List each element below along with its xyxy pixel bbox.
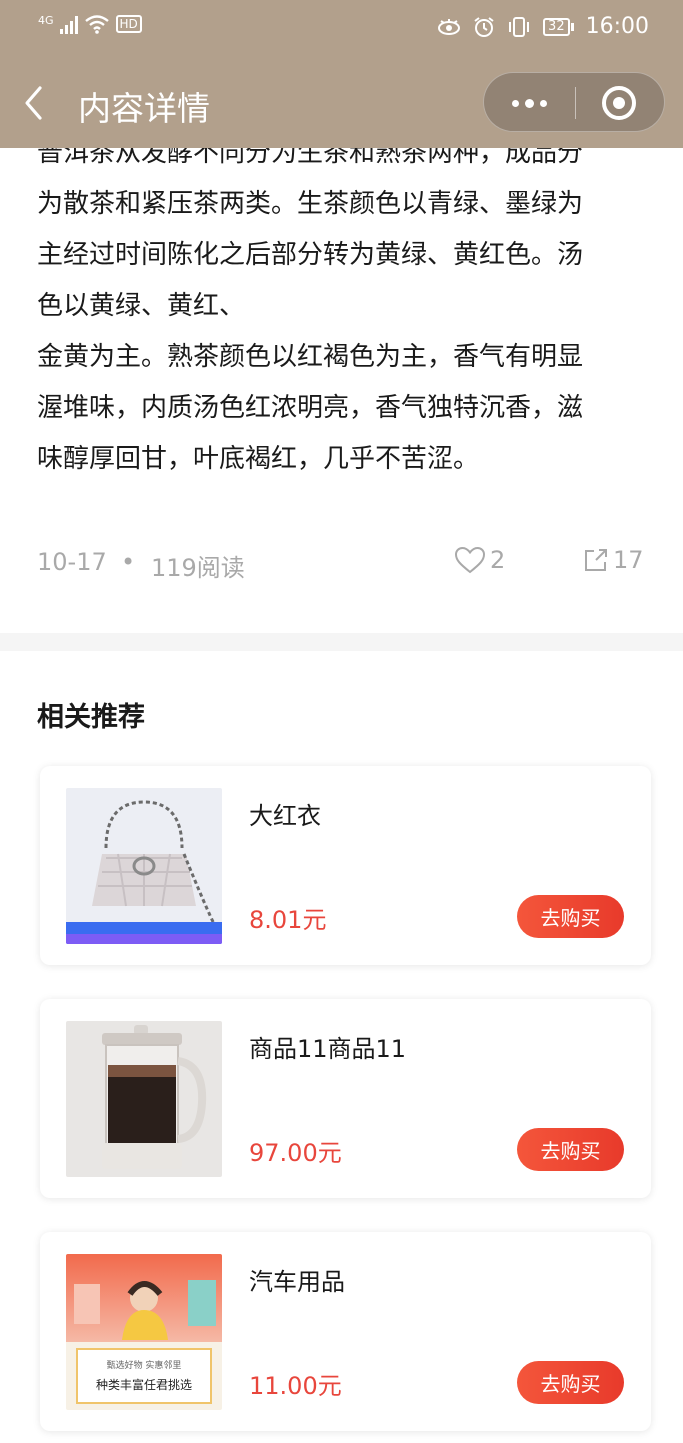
article-meta: 10-17 • 119阅读 2 17	[37, 546, 647, 582]
alarm-icon	[474, 16, 494, 37]
page-title: 内容详情	[78, 89, 210, 128]
product-card[interactable]: 甄选好物 实惠邻里 种类丰富任君挑选 汽车用品 11.00元 去购买	[40, 1232, 651, 1431]
product-name: 商品11商品11	[249, 1035, 407, 1063]
eye-icon	[438, 18, 461, 35]
product-name: 大红衣	[249, 802, 321, 830]
status-time: 16:00	[585, 14, 649, 39]
battery-level: 32	[543, 17, 570, 36]
back-button[interactable]	[22, 80, 62, 126]
article-line: 为散茶和紧压茶两类。生茶颜色以青绿、墨绿为	[37, 189, 584, 219]
share-button[interactable]: 17	[583, 546, 644, 574]
capsule-divider	[575, 87, 576, 119]
promo-tagline: 种类丰富任君挑选	[95, 1378, 192, 1392]
meta-separator: •	[121, 548, 136, 576]
article-line: 味醇厚回甘，叶底褐红，几乎不苦涩。	[37, 444, 480, 474]
buy-button[interactable]: 去购买	[517, 895, 624, 938]
like-count: 2	[490, 546, 506, 574]
wifi-icon	[84, 15, 109, 34]
read-count: 119阅读	[151, 554, 245, 582]
promo-textbox: 甄选好物 实惠邻里 种类丰富任君挑选	[76, 1348, 212, 1404]
more-dots-icon	[511, 98, 547, 108]
article-line: 渥堆味，内质汤色红浓明亮，香气独特沉香，滋	[37, 393, 584, 423]
product-image-promo-poster: 甄选好物 实惠邻里 种类丰富任君挑选	[66, 1254, 222, 1410]
article-body: 普洱茶从发酵不同分为生茶和熟茶两种，成品分 为散茶和紧压茶两类。生茶颜色以青绿、…	[37, 128, 647, 485]
status-left: 4G HD	[38, 14, 142, 34]
product-image-handbag	[66, 788, 222, 944]
hd-badge: HD	[115, 15, 142, 33]
chevron-left-icon	[25, 86, 42, 120]
product-image-french-press	[66, 1021, 222, 1177]
heart-icon	[454, 546, 486, 574]
section-divider	[0, 633, 683, 651]
product-card[interactable]: 商品11商品11 97.00元 去购买	[40, 999, 651, 1198]
buy-button[interactable]: 去购买	[517, 1361, 624, 1404]
share-count: 17	[613, 546, 644, 574]
product-card[interactable]: 大红衣 8.01元 去购买	[40, 766, 651, 965]
promo-banner	[66, 1254, 222, 1342]
buy-button[interactable]: 去购买	[517, 1128, 624, 1171]
article-line: 色以黄绿、黄红、	[37, 291, 246, 321]
product-price: 11.00元	[249, 1372, 342, 1400]
product-name: 汽车用品	[249, 1268, 345, 1296]
mini-program-capsule	[483, 72, 665, 132]
battery-icon: 32	[543, 17, 574, 36]
publish-date: 10-17	[37, 548, 107, 576]
close-target-icon[interactable]	[602, 86, 636, 120]
status-right: 32 16:00	[437, 14, 649, 39]
promo-subtitle: 甄选好物 实惠邻里	[106, 1361, 182, 1371]
related-section-title: 相关推荐	[37, 702, 145, 733]
share-icon	[585, 549, 607, 571]
more-button[interactable]	[484, 73, 574, 133]
network-type: 4G	[38, 14, 54, 27]
product-price: 8.01元	[249, 906, 327, 934]
vibrate-icon	[509, 16, 530, 37]
product-price: 97.00元	[249, 1139, 342, 1167]
signal-icon	[59, 14, 78, 34]
article-line: 金黄为主。熟茶颜色以红褐色为主，香气有明显	[37, 342, 584, 372]
header: 4G HD 32 16:00 内容详情	[0, 0, 683, 148]
nav-bar: 内容详情	[0, 70, 683, 140]
article-line: 主经过时间陈化之后部分转为黄绿、黄红色。汤	[37, 240, 584, 270]
like-button[interactable]: 2	[454, 546, 505, 574]
status-bar: 4G HD 32 16:00	[0, 0, 683, 58]
